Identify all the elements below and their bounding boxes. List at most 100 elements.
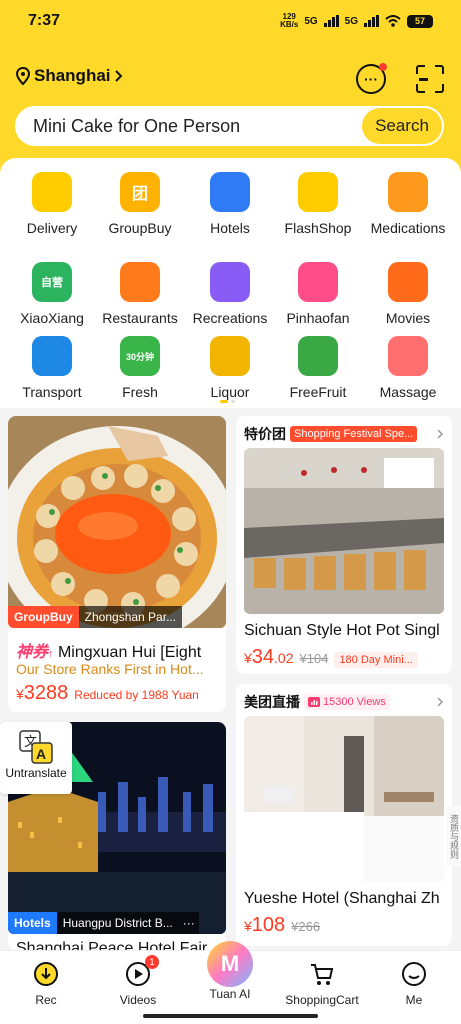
header: 7:37 129 KB/s 5G 5G 57 Shanghai ··· Sear… — [0, 0, 461, 180]
validity-pill: 180 Day Mini... — [334, 652, 418, 668]
hotel-room-photo — [244, 716, 444, 882]
svg-text:A: A — [36, 746, 46, 762]
untranslate-button[interactable]: 文 A Untranslate — [0, 722, 72, 794]
massage-icon — [388, 336, 428, 376]
price-value: 3288 — [23, 682, 69, 704]
category-flashshop[interactable]: FlashShop — [272, 172, 364, 236]
card-subtitle: Our Store Ranks First in Hot... — [16, 661, 204, 677]
qualification-rules-tab[interactable]: 资质与规则 — [446, 806, 461, 866]
price-row: ¥ 108 ¥266 — [244, 914, 320, 937]
nav-videos[interactable]: 1 Videos — [98, 955, 178, 1007]
category-label: Fresh — [122, 384, 158, 400]
nav-label: Me — [405, 993, 423, 1007]
category-xiaoxiang[interactable]: 自营 XiaoXiang — [6, 262, 98, 326]
signal-bars-icon — [323, 15, 339, 27]
category-label: Restaurants — [102, 310, 178, 326]
status-bar: 7:37 129 KB/s 5G 5G 57 — [0, 0, 461, 42]
signal-5g-label-1: 5G — [304, 15, 318, 27]
price-row: ¥ 34 .02 ¥104 180 Day Mini... — [244, 646, 418, 669]
search-button[interactable]: Search — [362, 108, 442, 144]
smile-face-icon — [401, 961, 427, 987]
recreation-icon — [210, 262, 250, 302]
category-hotels[interactable]: Hotels — [184, 172, 276, 236]
category-label: Pinhaofan — [286, 310, 350, 326]
category-medications[interactable]: Medications — [362, 172, 454, 236]
category-label: Hotels — [210, 220, 250, 236]
battery-icon: 57 — [407, 14, 433, 28]
location-pin-icon — [16, 67, 30, 85]
nav-label: Rec — [35, 993, 57, 1007]
category-pinhaofan[interactable]: Pinhaofan — [272, 262, 364, 326]
card-brand-row: 美团直播 15300 Views — [244, 692, 444, 712]
messages-button[interactable]: ··· — [356, 63, 387, 94]
category-transport[interactable]: Transport — [6, 336, 98, 400]
festival-label: Shopping Festival Spe... — [290, 426, 418, 442]
location-tag: Huangpu District B... — [56, 912, 179, 934]
scan-icon[interactable] — [416, 65, 444, 93]
category-movies[interactable]: Movies — [362, 262, 454, 326]
category-label: XiaoXiang — [20, 310, 84, 326]
nav-me[interactable]: Me — [374, 961, 454, 1007]
more-dots-icon[interactable]: ··· — [178, 912, 199, 934]
elephant-icon: 自营 — [32, 262, 72, 302]
category-label: Movies — [385, 310, 431, 326]
category-label: Delivery — [26, 220, 78, 236]
nav-label: Videos — [119, 993, 157, 1007]
original-price: ¥266 — [291, 919, 321, 934]
category-label: GroupBuy — [108, 220, 172, 236]
cart-icon — [309, 961, 335, 987]
home-indicator — [143, 1014, 318, 1018]
net-speed: 129 KB/s — [280, 13, 298, 29]
status-time: 7:37 — [28, 12, 61, 29]
chevron-right-icon — [437, 697, 444, 707]
plane-icon — [32, 336, 72, 376]
net-speed-unit: KB/s — [280, 20, 299, 29]
pinhaofan-icon — [298, 262, 338, 302]
original-price: ¥104 — [299, 651, 329, 666]
signal-bars-icon-2 — [364, 15, 379, 27]
groupbuy-tag: GroupBuy — [8, 606, 79, 628]
category-restaurants[interactable]: Restaurants — [94, 262, 186, 326]
views-count: 15300 Views — [323, 696, 386, 708]
nav-cart[interactable]: ShoppingCart — [282, 961, 362, 1007]
category-label: Recreations — [192, 310, 268, 326]
category-label: FreeFruit — [289, 384, 347, 400]
kangaroo-icon — [32, 172, 72, 212]
tuan-ai-icon: M — [207, 941, 253, 987]
chevron-right-icon — [114, 70, 122, 82]
signal-5g-label-2: 5G — [344, 15, 358, 27]
location-label: Shanghai — [34, 66, 111, 85]
currency-symbol: ¥ — [244, 650, 252, 666]
feed-card-groupbuy[interactable]: GroupBuy Zhongshan Par... 神券↑ Mingxuan H… — [8, 416, 226, 712]
category-label: Medications — [370, 220, 446, 236]
flash-bag-icon — [298, 172, 338, 212]
category-recreations[interactable]: Recreations — [184, 262, 276, 326]
tree-icon — [298, 336, 338, 376]
translate-icon: 文 A — [19, 730, 53, 764]
video-badge: 1 — [145, 955, 159, 969]
category-groupbuy[interactable]: 团 GroupBuy — [94, 172, 186, 236]
views-badge: 15300 Views — [304, 694, 390, 710]
category-massage[interactable]: Massage — [362, 336, 454, 400]
unread-dot — [379, 63, 387, 71]
location-tag: Zhongshan Par... — [78, 606, 183, 628]
location-selector[interactable]: Shanghai — [16, 66, 123, 86]
search-input[interactable] — [33, 115, 362, 137]
nav-label: Tuan AI — [209, 987, 251, 1001]
card-title: Sichuan Style Hot Pot Singl — [244, 622, 440, 639]
hotels-tag: Hotels — [8, 912, 57, 934]
category-delivery[interactable]: Delivery — [6, 172, 98, 236]
category-liquor[interactable]: Liquor — [184, 336, 276, 400]
untranslate-label: Untranslate — [5, 766, 67, 780]
category-fresh[interactable]: 30分钟 Fresh — [94, 336, 186, 400]
currency-symbol: ¥ — [16, 686, 24, 702]
category-label: FlashShop — [284, 220, 352, 236]
feed-card-hotel[interactable]: 美团直播 15300 Views Yueshe Hotel (Shanghai … — [236, 684, 452, 946]
category-freefruit[interactable]: FreeFruit — [272, 336, 364, 400]
feed-card-hotpot[interactable]: 特价团 Shopping Festival Spe... Sichuan Sty… — [236, 416, 452, 674]
nav-tuan-ai[interactable]: M Tuan AI — [190, 941, 270, 1001]
fresh-icon: 30分钟 — [120, 336, 160, 376]
page-indicator — [220, 400, 235, 403]
nav-rec[interactable]: Rec — [6, 961, 86, 1007]
search-bar: Search — [13, 104, 446, 148]
